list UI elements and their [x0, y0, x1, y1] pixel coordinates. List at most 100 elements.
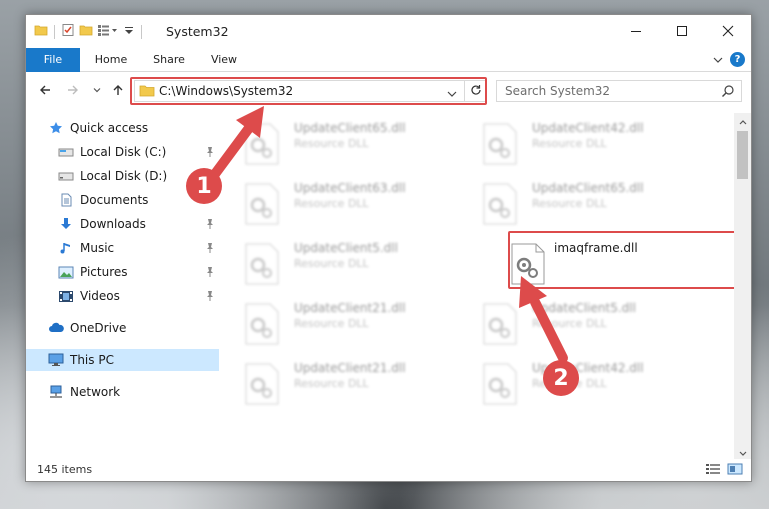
sidebar-item-downloads[interactable]: Downloads: [26, 213, 219, 235]
ribbon-tabs: File Home Share View ?: [26, 48, 751, 72]
file-name: UpdateClient21.dll: [294, 361, 406, 375]
explorer-window: System32 File Home Share View ? C:\Windo…: [25, 14, 752, 482]
folder-icon: [34, 23, 48, 40]
file-type: Resource DLL: [532, 137, 607, 150]
file-type: Resource DLL: [294, 317, 369, 330]
help-button[interactable]: ?: [730, 52, 745, 67]
close-button[interactable]: [705, 15, 751, 47]
music-icon: [58, 240, 74, 256]
search-box[interactable]: Search System32: [496, 80, 742, 102]
network-icon: [48, 384, 64, 400]
file-name: UpdateClient21.dll: [294, 301, 406, 315]
item-count: 145 items: [37, 463, 93, 476]
file-item[interactable]: UpdateClient5.dll Resource DLL: [222, 237, 442, 289]
arrow-right-icon: [66, 83, 80, 100]
dll-file-icon: [244, 303, 280, 348]
toolbar-separator: [141, 24, 142, 39]
new-folder-icon[interactable]: [79, 23, 93, 40]
sidebar-item-label: Local Disk (C:): [80, 145, 167, 159]
title-bar: System32: [26, 15, 751, 48]
dll-file-icon: [482, 123, 518, 168]
customize-toolbar-icon[interactable]: [97, 23, 119, 40]
back-button[interactable]: [36, 82, 54, 100]
file-item[interactable]: UpdateClient21.dll Resource DLL: [222, 357, 442, 409]
sidebar-item-label: This PC: [70, 353, 114, 367]
search-input[interactable]: Search System32: [505, 84, 610, 98]
file-type: Resource DLL: [294, 257, 369, 270]
tab-file[interactable]: File: [26, 48, 80, 72]
file-name: UpdateClient63.dll: [294, 181, 406, 195]
arrow-up-icon: [111, 83, 125, 100]
details-view-icon[interactable]: [705, 463, 721, 478]
pin-icon[interactable]: [205, 242, 215, 257]
dll-file-icon: [244, 363, 280, 408]
sidebar-item-videos[interactable]: Videos: [26, 285, 219, 307]
drive-icon: [58, 168, 74, 184]
window-title: System32: [166, 24, 229, 39]
file-item[interactable]: UpdateClient42.dll Resource DLL: [460, 117, 680, 169]
address-highlight-box: [130, 77, 487, 105]
chevron-up-icon: [739, 114, 747, 128]
pin-icon[interactable]: [205, 266, 215, 281]
chevron-down-icon: [92, 84, 102, 98]
star-icon: [48, 120, 64, 136]
forward-button[interactable]: [64, 82, 82, 100]
tab-view[interactable]: View: [200, 48, 248, 72]
pin-icon[interactable]: [205, 290, 215, 305]
sidebar-item-label: Videos: [80, 289, 120, 303]
scroll-up-button[interactable]: [734, 113, 751, 129]
up-button[interactable]: [109, 82, 127, 100]
recent-locations-button[interactable]: [88, 82, 106, 100]
file-type: Resource DLL: [294, 137, 369, 150]
maximize-button[interactable]: [659, 15, 705, 47]
minimize-button[interactable]: [613, 15, 659, 47]
expand-ribbon-icon[interactable]: [713, 54, 723, 68]
download-icon: [58, 216, 74, 232]
file-item[interactable]: UpdateClient65.dll Resource DLL: [460, 177, 680, 229]
sidebar-item-network[interactable]: Network: [26, 381, 219, 403]
scroll-thumb[interactable]: [737, 131, 748, 179]
view-toggle: [705, 463, 743, 478]
toolbar-separator: [54, 24, 55, 39]
sidebar-item-label: Documents: [80, 193, 149, 207]
sidebar-item-label: Music: [80, 241, 115, 255]
cloud-icon: [48, 320, 64, 336]
properties-icon[interactable]: [61, 23, 75, 40]
dll-file-icon: [482, 183, 518, 228]
file-name: UpdateClient42.dll: [532, 121, 644, 135]
quick-access-toolbar: [34, 23, 144, 40]
computer-icon: [48, 352, 64, 368]
chevron-down-icon: [739, 446, 747, 460]
status-bar: 145 items: [26, 459, 751, 481]
file-name: UpdateClient65.dll: [294, 121, 406, 135]
window-controls: [613, 15, 751, 47]
arrow-left-icon: [38, 83, 52, 100]
sidebar-item-pictures[interactable]: Pictures: [26, 261, 219, 283]
sidebar-item-label: Network: [70, 385, 121, 399]
navigation-bar: C:\Windows\System32 Search System32: [26, 73, 751, 109]
file-item[interactable]: UpdateClient21.dll Resource DLL: [222, 297, 442, 349]
sidebar-item-this-pc[interactable]: This PC: [26, 349, 219, 371]
tab-home[interactable]: Home: [84, 48, 138, 72]
search-icon: [721, 84, 735, 101]
file-type: Resource DLL: [532, 197, 607, 210]
callout-badge-2: 2: [543, 360, 579, 396]
sidebar-item-label: Downloads: [80, 217, 146, 231]
vertical-scrollbar[interactable]: [734, 113, 751, 461]
sidebar-item-music[interactable]: Music: [26, 237, 219, 259]
arrow-2: [519, 276, 568, 363]
documents-icon: [58, 192, 74, 208]
dll-file-icon: [244, 243, 280, 288]
file-name: UpdateClient65.dll: [532, 181, 644, 195]
pin-icon[interactable]: [205, 218, 215, 233]
sidebar-item-label: Pictures: [80, 265, 128, 279]
large-icons-view-icon[interactable]: [727, 463, 743, 478]
sidebar-item-label: OneDrive: [70, 321, 127, 335]
file-name: UpdateClient5.dll: [294, 241, 398, 255]
file-type: Resource DLL: [294, 197, 369, 210]
tab-share[interactable]: Share: [142, 48, 196, 72]
qa-dropdown-icon[interactable]: [123, 23, 135, 40]
sidebar-item-onedrive[interactable]: OneDrive: [26, 317, 219, 339]
pictures-icon: [58, 264, 74, 280]
file-type: Resource DLL: [294, 377, 369, 390]
